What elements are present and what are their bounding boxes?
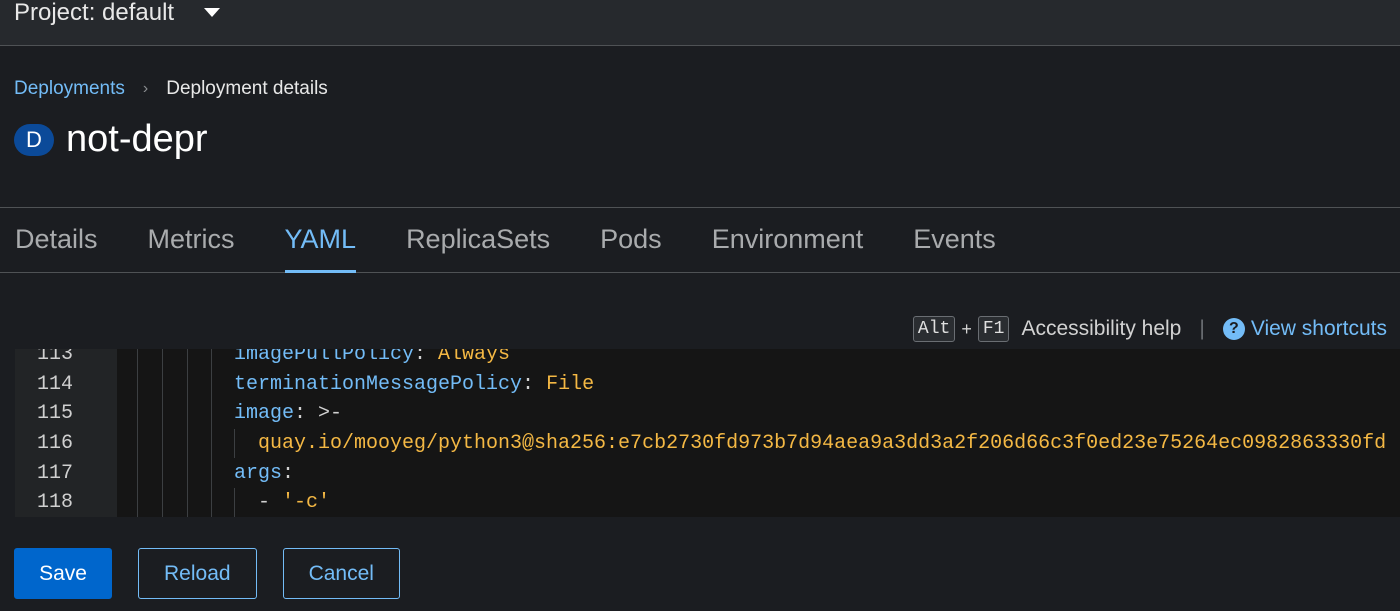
- yaml-value: File: [546, 372, 595, 396]
- line-number: 115: [36, 402, 73, 426]
- reload-button[interactable]: Reload: [138, 548, 257, 599]
- line-number: 114: [36, 372, 73, 396]
- indent-guide: [234, 428, 235, 459]
- tab-yaml[interactable]: YAML: [284, 208, 356, 273]
- kbd-f1: F1: [977, 316, 1010, 342]
- resource-badge: D: [14, 123, 54, 156]
- tab-replicasets[interactable]: ReplicaSets: [406, 208, 550, 272]
- line-number: 116: [36, 432, 73, 456]
- tab-pods[interactable]: Pods: [600, 208, 662, 272]
- breadcrumb-deployments-link[interactable]: Deployments: [14, 78, 125, 100]
- line-number: 118: [36, 491, 73, 515]
- yaml-value: Always: [438, 349, 511, 367]
- yaml-key: args: [234, 461, 283, 485]
- yaml-punct: :: [282, 461, 295, 485]
- kbd-alt: Alt: [912, 316, 956, 342]
- tab-metrics[interactable]: Metrics: [148, 208, 235, 272]
- accessibility-help-text: Accessibility help: [1021, 317, 1182, 340]
- cancel-button[interactable]: Cancel: [282, 548, 400, 599]
- project-selector-label[interactable]: Project: default: [14, 0, 174, 27]
- yaml-key: terminationMessagePolicy: [234, 372, 523, 396]
- code-line[interactable]: 113 imagePullPolicy: Always: [15, 349, 1400, 370]
- yaml-value: >-: [318, 402, 343, 426]
- caret-down-icon[interactable]: [204, 8, 221, 17]
- code-line[interactable]: 117 args:: [15, 458, 1400, 488]
- line-number: 117: [36, 461, 73, 485]
- line-number: 113: [36, 349, 73, 367]
- yaml-punct: :: [414, 349, 439, 367]
- save-button[interactable]: Save: [14, 548, 112, 599]
- yaml-key: imagePullPolicy: [234, 349, 415, 367]
- code-line[interactable]: 116 quay.io/mooyeg/python3@sha256:e7cb27…: [15, 428, 1400, 459]
- tab-events[interactable]: Events: [913, 208, 996, 272]
- yaml-value: quay.io/mooyeg/python3@sha256:e7cb2730fd…: [258, 432, 1387, 456]
- yaml-punct: :: [294, 402, 319, 426]
- tab-environment[interactable]: Environment: [712, 208, 864, 272]
- form-actions: Save Reload Cancel: [14, 548, 400, 599]
- yaml-editor[interactable]: 113 imagePullPolicy: Always 114 terminat…: [15, 349, 1400, 517]
- tab-details[interactable]: Details: [15, 208, 98, 272]
- project-bar[interactable]: Project: default: [0, 0, 1400, 46]
- question-circle-icon[interactable]: ?: [1222, 318, 1245, 340]
- code-line[interactable]: 115 image: >-: [15, 399, 1400, 429]
- yaml-punct: :: [522, 372, 547, 396]
- tab-bar: Details Metrics YAML ReplicaSets Pods En…: [0, 207, 1400, 273]
- yaml-key: image: [234, 402, 295, 426]
- view-shortcuts-link[interactable]: View shortcuts: [1251, 317, 1387, 341]
- yaml-punct: -: [258, 491, 283, 515]
- chevron-right-icon: ›: [142, 80, 149, 97]
- kbd-plus: +: [961, 318, 972, 339]
- yaml-value: '-c': [282, 491, 331, 515]
- page-title: not-depr: [66, 118, 208, 160]
- indent-guide: [234, 488, 235, 517]
- code-line[interactable]: 114 terminationMessagePolicy: File: [15, 370, 1400, 400]
- breadcrumb: Deployments › Deployment details: [14, 78, 328, 100]
- editor-toolbar: Alt + F1 Accessibility help | ? View sho…: [912, 316, 1387, 342]
- code-line[interactable]: 118 - '-c': [15, 488, 1400, 517]
- page-header: D not-depr: [14, 118, 208, 161]
- toolbar-separator: |: [1199, 317, 1205, 340]
- breadcrumb-current: Deployment details: [166, 78, 328, 99]
